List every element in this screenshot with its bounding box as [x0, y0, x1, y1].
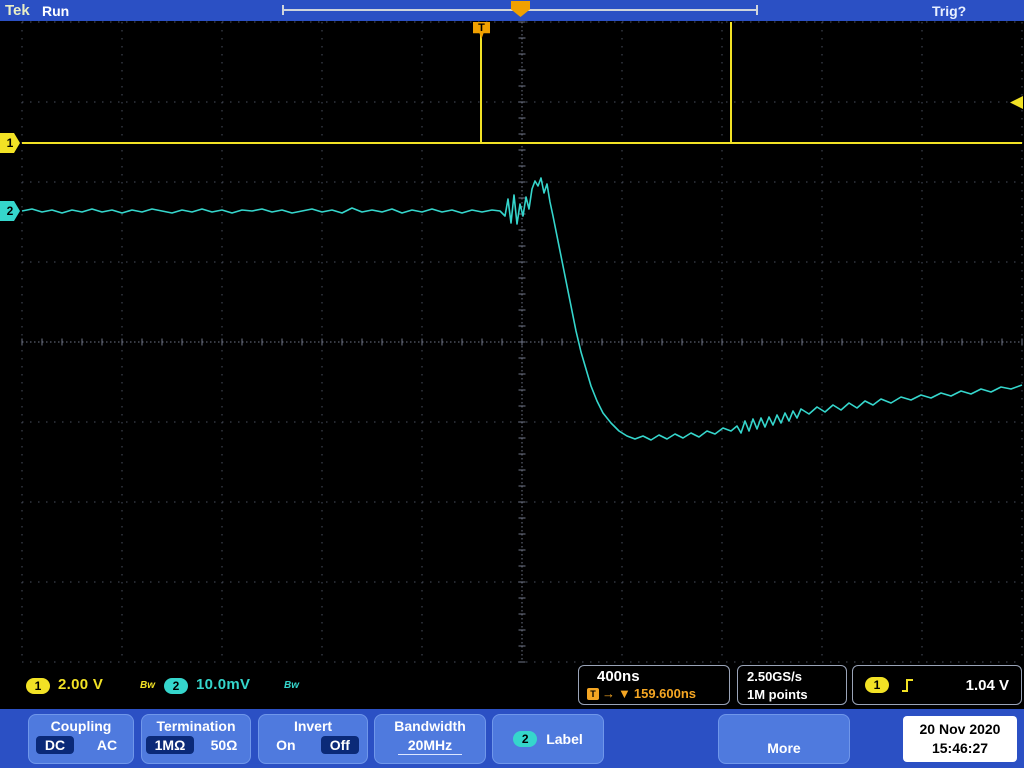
menu-label[interactable]: 2 Label: [492, 714, 604, 764]
horizontal-scale-readout: 400ns: [597, 668, 640, 685]
ch1-marker-label: 1: [6, 136, 14, 150]
coupling-options: DC AC: [29, 736, 133, 754]
trigger-level-readout: 1.04 V: [965, 676, 1009, 694]
oscilloscope-screen: Tek Run Trig? T 1 2 1 2.00 V Bw 2 10.0mV…: [0, 0, 1024, 768]
ch2-badge-label: 2: [172, 679, 180, 693]
invert-on-button[interactable]: On: [267, 736, 304, 754]
ch1-badge: 1: [26, 678, 50, 694]
acquisition-run-status: Run: [42, 3, 70, 19]
ch2-badge: 2: [164, 678, 188, 694]
ch2-scale-readout: 10.0mV: [196, 676, 251, 693]
readout-bar: 1 2.00 V Bw 2 10.0mV Bw 400ns T → ▼ 159.600…: [0, 663, 1024, 709]
trigger-time-flag-icon: T: [473, 22, 490, 39]
date-readout: 20 Nov 2020: [919, 721, 1001, 737]
more-button-text: More: [767, 740, 801, 756]
trigger-slope-icon: [902, 678, 913, 692]
time-readout: 15:46:27: [931, 740, 989, 756]
termination-options: 1MΩ 50Ω: [142, 736, 250, 754]
label-button-row: 2 Label: [493, 715, 603, 763]
trigger-source-label: 1: [873, 678, 881, 692]
menu-bar: Coupling DC AC Termination 1MΩ 50Ω Inver…: [0, 709, 1024, 768]
menu-coupling[interactable]: Coupling DC AC: [28, 714, 134, 764]
datetime-box: 20 Nov 2020 15:46:27: [903, 716, 1017, 762]
menu-more[interactable]: More: [718, 714, 850, 764]
bandwidth-title: Bandwidth: [394, 718, 466, 734]
trigger-source-badge: 1: [865, 677, 889, 693]
termination-50ohm-button[interactable]: 50Ω: [202, 736, 247, 754]
ch2-trace: [21, 177, 1023, 441]
invert-off-button[interactable]: Off: [320, 736, 359, 754]
coupling-ac-button[interactable]: AC: [88, 736, 126, 754]
menu-bandwidth[interactable]: Bandwidth 20MHz: [374, 714, 486, 764]
down-triangle-icon: ▼: [618, 686, 631, 701]
bandwidth-value[interactable]: 20MHz: [398, 737, 462, 755]
ch2-marker-label: 2: [6, 204, 14, 218]
trigger-readout-box: 1 1.04 V: [852, 665, 1022, 705]
ch2-bandwidth-limit-icon: Bw: [284, 680, 299, 691]
ch1-bandwidth-limit-icon: Bw: [140, 680, 155, 691]
tek-logo: Tek: [5, 2, 30, 19]
sample-rate-readout: 2.50GS/s: [747, 669, 802, 684]
trigger-delay-value: 159.600ns: [633, 686, 697, 701]
ch1-badge-label: 1: [34, 679, 42, 693]
trigger-status-text: Trig?: [932, 3, 967, 19]
label-button-text: Label: [546, 731, 583, 747]
termination-title: Termination: [156, 718, 236, 734]
graticule-grid: [21, 21, 1023, 663]
label-channel-number: 2: [521, 732, 529, 746]
ch1-scale-readout: 2.00 V: [58, 676, 104, 693]
coupling-title: Coupling: [50, 718, 112, 734]
coupling-dc-button[interactable]: DC: [35, 736, 75, 754]
invert-options: On Off: [259, 736, 367, 754]
termination-1mohm-button[interactable]: 1MΩ: [145, 736, 195, 754]
trigger-level-arrow-icon: [1010, 96, 1023, 109]
trigger-t-icon: T: [587, 687, 599, 700]
ch1-position-marker: 1: [0, 133, 20, 153]
ch2-position-marker: 2: [0, 201, 20, 221]
menu-termination[interactable]: Termination 1MΩ 50Ω: [141, 714, 251, 764]
invert-title: Invert: [293, 718, 333, 734]
label-channel-badge: 2: [513, 731, 538, 747]
ch1-trace: [22, 22, 1022, 144]
horizontal-readout-box: 400ns T → ▼ 159.600ns: [578, 665, 730, 705]
arrow-icon: →: [602, 686, 615, 701]
trigger-delay-readout: T → ▼ 159.600ns: [587, 686, 729, 701]
menu-invert[interactable]: Invert On Off: [258, 714, 368, 764]
record-length-readout: 1M points: [747, 687, 808, 702]
scope-canvas: [21, 5, 1023, 663]
acquisition-readout-box: 2.50GS/s 1M points: [737, 665, 847, 705]
